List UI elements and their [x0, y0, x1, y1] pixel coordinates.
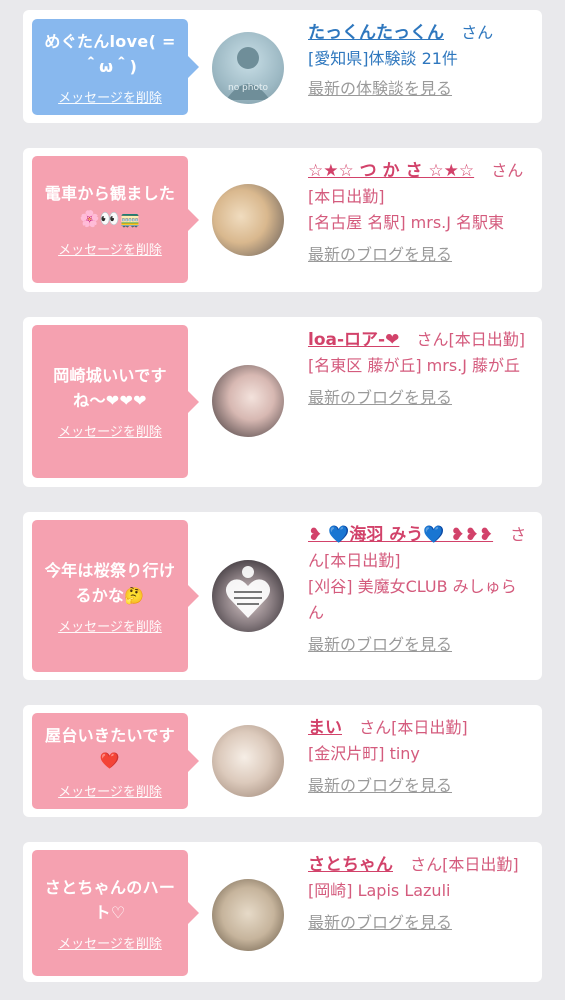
- avatar[interactable]: [212, 725, 284, 797]
- shop-text: [名東区 藤が丘] mrs.J 藤が丘: [308, 356, 521, 375]
- latest-link[interactable]: 最新のブログを見る: [308, 242, 532, 268]
- profile-name-link[interactable]: loa-ロア-❤: [308, 330, 399, 350]
- message-text: 今年は桜祭り行けるかな🤔: [44, 560, 176, 605]
- message-text: 電車から観ました🌸👀🚃: [44, 184, 176, 228]
- name-suffix: さん: [416, 330, 449, 349]
- message-text: 屋台いきたいです❤️: [45, 725, 175, 770]
- status-text: [本日出勤]: [448, 330, 525, 349]
- status-text: [本日出勤]: [391, 718, 468, 737]
- avatar[interactable]: [212, 365, 284, 437]
- avatar[interactable]: [212, 879, 284, 951]
- shop-text: [名古屋 名駅] mrs.J 名駅東: [308, 213, 505, 232]
- message-text: 岡崎城いいですね〜❤❤❤: [53, 366, 167, 410]
- message-bubble: 今年は桜祭り行けるかな🤔 メッセージを削除: [32, 520, 199, 672]
- avatar[interactable]: no photo: [212, 32, 284, 104]
- profile-info: ❥ 💙海羽 みう💙 ❥❥❥ さん[本日出勤] [刈谷] 美魔女CLUB みしゅら…: [308, 522, 532, 658]
- no-photo-text: no photo: [228, 83, 269, 93]
- profile-info: たっくんたっくん さん [愛知県]体験談 21件 最新の体験談を見る: [308, 20, 532, 102]
- message-card: 屋台いきたいです❤️ メッセージを削除 まい さん[本日出勤] [金沢片町] t…: [23, 705, 542, 817]
- latest-link[interactable]: 最新のブログを見る: [308, 910, 532, 936]
- profile-name-link[interactable]: さとちゃん: [308, 855, 393, 875]
- message-text: さとちゃんのハート♡: [44, 877, 176, 922]
- avatar[interactable]: [212, 184, 284, 256]
- delete-message-link[interactable]: メッセージを削除: [58, 781, 162, 800]
- status-text: [本日出勤]: [442, 855, 519, 874]
- profile-info: まい さん[本日出勤] [金沢片町] tiny 最新のブログを見る: [308, 715, 532, 799]
- status-text: [本日出勤]: [308, 187, 385, 206]
- profile-name-link[interactable]: まい: [308, 718, 342, 738]
- no-photo-icon: no photo: [226, 47, 270, 100]
- status-text: [本日出勤]: [324, 551, 401, 570]
- message-bubble: 屋台いきたいです❤️ メッセージを削除: [32, 713, 199, 809]
- message-bubble: めぐたんlove( =＾ω＾) メッセージを削除: [32, 19, 199, 115]
- message-card: めぐたんlove( =＾ω＾) メッセージを削除 no photo たっくんたっ…: [23, 10, 542, 123]
- profile-name-link[interactable]: ❥ 💙海羽 みう💙 ❥❥❥: [308, 525, 493, 545]
- message-bubble: さとちゃんのハート♡ メッセージを削除: [32, 850, 199, 976]
- profile-info: loa-ロア-❤ さん[本日出勤] [名東区 藤が丘] mrs.J 藤が丘 最新…: [308, 327, 532, 411]
- name-suffix: さん: [410, 855, 443, 874]
- delete-message-link[interactable]: メッセージを削除: [58, 421, 162, 440]
- name-suffix: さん: [461, 23, 494, 42]
- latest-link[interactable]: 最新のブログを見る: [308, 632, 532, 658]
- delete-message-link[interactable]: メッセージを削除: [58, 239, 162, 258]
- avatar[interactable]: [212, 560, 284, 632]
- message-card: 岡崎城いいですね〜❤❤❤ メッセージを削除 loa-ロア-❤ さん[本日出勤] …: [23, 317, 542, 487]
- name-suffix: さん: [359, 718, 392, 737]
- shop-text: [金沢片町] tiny: [308, 744, 420, 763]
- shop-text: [岡崎] Lapis Lazuli: [308, 881, 451, 900]
- name-suffix: さん: [491, 161, 524, 180]
- message-card: 電車から観ました🌸👀🚃 メッセージを削除 ☆★☆ つ か さ ☆★☆ さん [本日…: [23, 148, 542, 292]
- latest-link[interactable]: 最新の体験談を見る: [308, 76, 532, 102]
- shop-text: [刈谷] 美魔女CLUB みしゅらん: [308, 577, 517, 622]
- delete-message-link[interactable]: メッセージを削除: [58, 616, 162, 635]
- heart-sticker-icon: [225, 566, 271, 618]
- message-text: めぐたんlove( =＾ω＾): [44, 31, 176, 76]
- delete-message-link[interactable]: メッセージを削除: [58, 933, 162, 952]
- message-card: 今年は桜祭り行けるかな🤔 メッセージを削除 ❥ 💙海羽 みう💙 ❥❥❥ さん[本…: [23, 512, 542, 680]
- message-bubble: 電車から観ました🌸👀🚃 メッセージを削除: [32, 156, 199, 283]
- delete-message-link[interactable]: メッセージを削除: [58, 87, 162, 106]
- latest-link[interactable]: 最新のブログを見る: [308, 773, 532, 799]
- message-card: さとちゃんのハート♡ メッセージを削除 さとちゃん さん[本日出勤] [岡崎] …: [23, 842, 542, 982]
- profile-name-link[interactable]: たっくんたっくん: [308, 23, 444, 43]
- latest-link[interactable]: 最新のブログを見る: [308, 385, 532, 411]
- profile-name-link[interactable]: ☆★☆ つ か さ ☆★☆: [308, 161, 474, 181]
- shop-text: [愛知県]体験談 21件: [308, 49, 458, 68]
- profile-info: ☆★☆ つ か さ ☆★☆ さん [本日出勤] [名古屋 名駅] mrs.J 名駅…: [308, 158, 532, 268]
- message-bubble: 岡崎城いいですね〜❤❤❤ メッセージを削除: [32, 325, 199, 478]
- profile-info: さとちゃん さん[本日出勤] [岡崎] Lapis Lazuli 最新のブログを…: [308, 852, 532, 936]
